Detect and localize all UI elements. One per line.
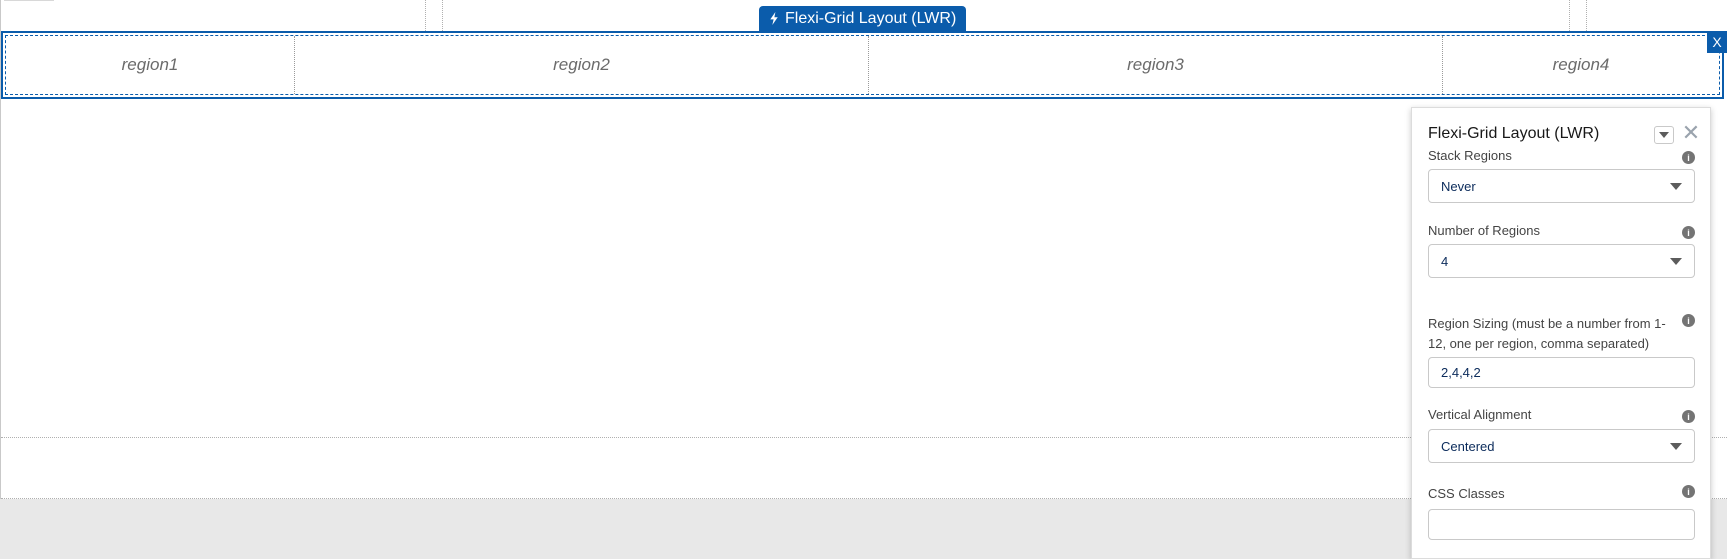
info-icon[interactable]: i bbox=[1682, 314, 1695, 327]
vertical-alignment-label: Vertical Alignment bbox=[1428, 407, 1532, 422]
css-classes-input[interactable] bbox=[1441, 517, 1681, 532]
stack-regions-label: Stack Regions bbox=[1428, 148, 1512, 163]
chevron-down-icon bbox=[1659, 132, 1669, 138]
region-1-label: region1 bbox=[121, 55, 179, 74]
number-of-regions-select[interactable]: 4 bbox=[1428, 244, 1695, 278]
panel-menu-button[interactable] bbox=[1654, 126, 1674, 144]
region-3[interactable]: region3 bbox=[868, 36, 1442, 94]
column-guide bbox=[1569, 0, 1570, 31]
builder-canvas: Flexi-Grid Layout (LWR) region1 region2 … bbox=[0, 0, 1727, 559]
css-classes-label: CSS Classes bbox=[1428, 486, 1505, 501]
number-of-regions-value: 4 bbox=[1441, 253, 1449, 269]
chevron-down-icon bbox=[1670, 443, 1682, 450]
region-sizing-input[interactable] bbox=[1441, 365, 1681, 380]
vertical-alignment-value: Centered bbox=[1441, 438, 1495, 454]
stack-regions-select[interactable]: Never bbox=[1428, 169, 1695, 203]
column-guide bbox=[442, 0, 443, 31]
panel-title: Flexi-Grid Layout (LWR) bbox=[1428, 125, 1600, 142]
info-icon[interactable]: i bbox=[1682, 151, 1695, 164]
region-2[interactable]: region2 bbox=[294, 36, 868, 94]
column-guide bbox=[425, 0, 426, 31]
lightning-bolt-icon bbox=[770, 12, 778, 25]
info-icon[interactable]: i bbox=[1682, 485, 1695, 498]
chevron-down-icon bbox=[1670, 258, 1682, 265]
panel-close-button[interactable]: ✕ bbox=[1681, 121, 1701, 145]
region-sizing-field[interactable] bbox=[1428, 357, 1695, 388]
region-4[interactable]: region4 bbox=[1442, 36, 1719, 94]
region-sizing-label: Region Sizing (must be a number from 1-1… bbox=[1428, 316, 1666, 351]
info-icon[interactable]: i bbox=[1682, 226, 1695, 239]
region-3-label: region3 bbox=[1127, 55, 1184, 74]
css-classes-field[interactable] bbox=[1428, 509, 1695, 540]
vertical-alignment-select[interactable]: Centered bbox=[1428, 429, 1695, 463]
region-4-label: region4 bbox=[1552, 55, 1610, 74]
info-icon[interactable]: i bbox=[1682, 410, 1695, 423]
region-row: region1 region2 region3 region4 bbox=[5, 35, 1720, 95]
top-divider bbox=[4, 0, 54, 1]
region-2-label: region2 bbox=[553, 55, 610, 74]
flexi-grid-component[interactable]: region1 region2 region3 region4 bbox=[1, 31, 1724, 99]
remove-component-button[interactable]: X bbox=[1707, 31, 1727, 53]
property-panel: Flexi-Grid Layout (LWR) ✕ Stack Regions … bbox=[1411, 107, 1711, 559]
number-of-regions-label: Number of Regions bbox=[1428, 223, 1540, 238]
region-1[interactable]: region1 bbox=[6, 36, 294, 94]
column-guide bbox=[1586, 0, 1587, 31]
chevron-down-icon bbox=[1670, 183, 1682, 190]
component-label[interactable]: Flexi-Grid Layout (LWR) bbox=[759, 6, 967, 31]
component-label-text: Flexi-Grid Layout (LWR) bbox=[785, 9, 957, 27]
stack-regions-value: Never bbox=[1441, 178, 1476, 194]
